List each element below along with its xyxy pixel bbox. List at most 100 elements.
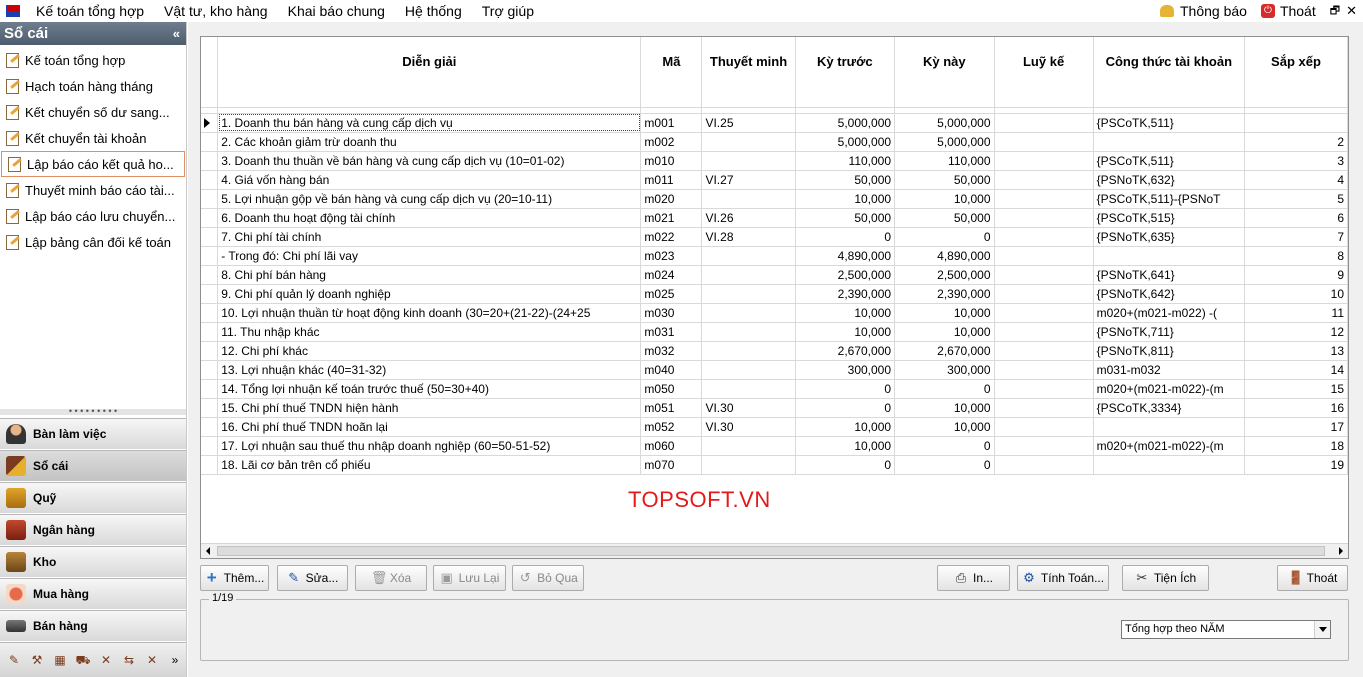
row-indicator[interactable] xyxy=(201,379,219,399)
table-cell[interactable]: 4,890,000 xyxy=(894,246,995,266)
table-cell[interactable] xyxy=(701,455,796,475)
table-cell[interactable]: m030 xyxy=(640,303,703,323)
row-indicator[interactable] xyxy=(201,151,219,171)
table-cell[interactable] xyxy=(994,227,1094,247)
table-cell[interactable]: 14. Tổng lợi nhuận kế toán trước thuế (5… xyxy=(217,379,642,399)
table-cell[interactable]: 12. Chi phí khác xyxy=(217,341,642,361)
table-cell[interactable]: m020+(m021-m022)-(m xyxy=(1093,379,1245,399)
table-cell[interactable] xyxy=(701,436,796,456)
table-cell[interactable]: 16 xyxy=(1244,398,1348,418)
table-cell[interactable]: 2 xyxy=(1244,132,1348,152)
table-cell[interactable]: 2,500,000 xyxy=(795,265,896,285)
table-cell[interactable]: 16. Chi phí thuế TNDN hoãn lại xyxy=(217,417,642,437)
nav-module-button[interactable]: Kho xyxy=(0,546,186,577)
notify-menu[interactable]: Thông báo xyxy=(1159,3,1247,19)
table-cell[interactable]: m022 xyxy=(640,227,703,247)
table-cell[interactable]: m025 xyxy=(640,284,703,304)
column-header[interactable]: Mã xyxy=(640,37,703,108)
table-cell[interactable] xyxy=(994,303,1094,323)
more-tools-icon[interactable]: » xyxy=(167,653,183,667)
table-cell[interactable]: m001 xyxy=(640,113,703,133)
table-cell[interactable]: 10,000 xyxy=(795,303,896,323)
cancel-button[interactable]: ↺ Bỏ Qua xyxy=(512,565,584,591)
sidebar-task-item[interactable]: Kế toán tổng hợp xyxy=(0,47,186,73)
horizontal-scrollbar[interactable] xyxy=(201,543,1348,558)
table-cell[interactable] xyxy=(701,360,796,380)
restore-window-icon[interactable]: 🗗 xyxy=(1330,2,1340,21)
exit-menu[interactable]: ⏻ Thoát xyxy=(1260,3,1316,19)
sidebar-task-item[interactable]: Lập báo cáo lưu chuyển... xyxy=(0,203,186,229)
table-cell[interactable]: 0 xyxy=(795,227,896,247)
table-cell[interactable] xyxy=(994,322,1094,342)
table-cell[interactable] xyxy=(994,265,1094,285)
edit-button[interactable]: ✎ Sửa... xyxy=(277,565,348,591)
table-cell[interactable]: m031 xyxy=(640,322,703,342)
table-cell[interactable]: {PSNoTK,642} xyxy=(1093,284,1245,304)
table-cell[interactable]: 13 xyxy=(1244,341,1348,361)
table-cell[interactable]: 110,000 xyxy=(894,151,995,171)
nav-module-button[interactable]: Sổ cái xyxy=(0,450,186,481)
table-cell[interactable]: 0 xyxy=(894,227,995,247)
table-cell[interactable]: 0 xyxy=(795,398,896,418)
table-cell[interactable]: m070 xyxy=(640,455,703,475)
row-indicator[interactable] xyxy=(201,246,219,266)
table-cell[interactable]: 15. Chi phí thuế TNDN hiện hành xyxy=(217,398,642,418)
menu-item[interactable]: Kế toán tổng hợp xyxy=(26,0,154,22)
sidebar-splitter[interactable]: • • • • • • • • • xyxy=(0,407,186,416)
row-indicator[interactable] xyxy=(201,170,219,190)
table-cell[interactable] xyxy=(994,379,1094,399)
table-cell[interactable]: {PSCoTK,3334} xyxy=(1093,398,1245,418)
table-cell[interactable]: 5,000,000 xyxy=(795,113,896,133)
table-row[interactable]: - Trong đó: Chi phí lãi vay m023 4,890,000… xyxy=(201,246,1348,266)
row-indicator[interactable] xyxy=(201,360,219,380)
table-cell[interactable]: 3 xyxy=(1244,151,1348,171)
table-cell[interactable]: 7. Chi phí tài chính xyxy=(217,227,642,247)
table-cell[interactable] xyxy=(994,132,1094,152)
table-cell[interactable]: {PSCoTK,515} xyxy=(1093,208,1245,228)
table-row[interactable]: 6. Doanh thu hoạt động tài chính m021 VI.2… xyxy=(201,208,1348,228)
table-cell[interactable]: 17 xyxy=(1244,417,1348,437)
table-cell[interactable]: 10,000 xyxy=(894,322,995,342)
table-row[interactable]: 13. Lợi nhuận khác (40=31-32) m040 300,000… xyxy=(201,360,1348,380)
table-row[interactable]: 8. Chi phí bán hàng m024 2,500,000 2,500,00… xyxy=(201,265,1348,285)
row-indicator[interactable] xyxy=(201,436,219,456)
table-row[interactable]: 14. Tổng lợi nhuận kế toán trước thuế (5… xyxy=(201,379,1348,399)
app-logo-icon[interactable] xyxy=(6,5,20,17)
table-row[interactable]: 12. Chi phí khác m032 2,670,000 2,670,000 {P… xyxy=(201,341,1348,361)
table-row[interactable]: 4. Giá vốn hàng bán m011 VI.27 50,000 50,000… xyxy=(201,170,1348,190)
table-cell[interactable]: 10 xyxy=(1244,284,1348,304)
table-cell[interactable] xyxy=(994,436,1094,456)
table-cell[interactable]: 50,000 xyxy=(894,208,995,228)
table-cell[interactable]: {PSNoTK,711} xyxy=(1093,322,1245,342)
menu-item[interactable]: Trợ giúp xyxy=(472,0,544,22)
table-cell[interactable]: 6. Doanh thu hoạt động tài chính xyxy=(217,208,642,228)
table-cell[interactable] xyxy=(994,341,1094,361)
print-button[interactable]: ⎙ In... xyxy=(937,565,1010,591)
table-cell[interactable]: m051 xyxy=(640,398,703,418)
table-cell[interactable]: 0 xyxy=(894,379,995,399)
row-indicator[interactable] xyxy=(201,227,219,247)
table-cell[interactable]: 0 xyxy=(795,379,896,399)
table-cell[interactable]: m010 xyxy=(640,151,703,171)
table-cell[interactable]: {PSNoTK,632} xyxy=(1093,170,1245,190)
sidebar-task-item[interactable]: Thuyết minh báo cáo tài... xyxy=(0,177,186,203)
table-cell[interactable]: m023 xyxy=(640,246,703,266)
row-indicator[interactable] xyxy=(201,322,219,342)
add-button[interactable]: + Thêm... xyxy=(200,565,269,591)
table-cell[interactable]: m024 xyxy=(640,265,703,285)
table-cell[interactable]: 18 xyxy=(1244,436,1348,456)
table-cell[interactable]: m020+(m021-m022)-(m xyxy=(1093,436,1245,456)
row-indicator[interactable] xyxy=(201,284,219,304)
table-cell[interactable]: {PSNoTK,635} xyxy=(1093,227,1245,247)
shortcut-tool-icon[interactable]: ⛟ xyxy=(75,653,91,667)
table-cell[interactable]: 2,670,000 xyxy=(894,341,995,361)
table-cell[interactable]: 5,000,000 xyxy=(894,132,995,152)
table-cell[interactable]: 10,000 xyxy=(795,189,896,209)
table-cell[interactable]: 5,000,000 xyxy=(795,132,896,152)
table-cell[interactable] xyxy=(994,208,1094,228)
table-cell[interactable] xyxy=(994,151,1094,171)
table-cell[interactable] xyxy=(1093,132,1245,152)
table-cell[interactable]: 9. Chi phí quản lý doanh nghiệp xyxy=(217,284,642,304)
shortcut-tool-icon[interactable]: ⇆ xyxy=(121,653,137,667)
table-cell[interactable]: VI.26 xyxy=(701,208,796,228)
